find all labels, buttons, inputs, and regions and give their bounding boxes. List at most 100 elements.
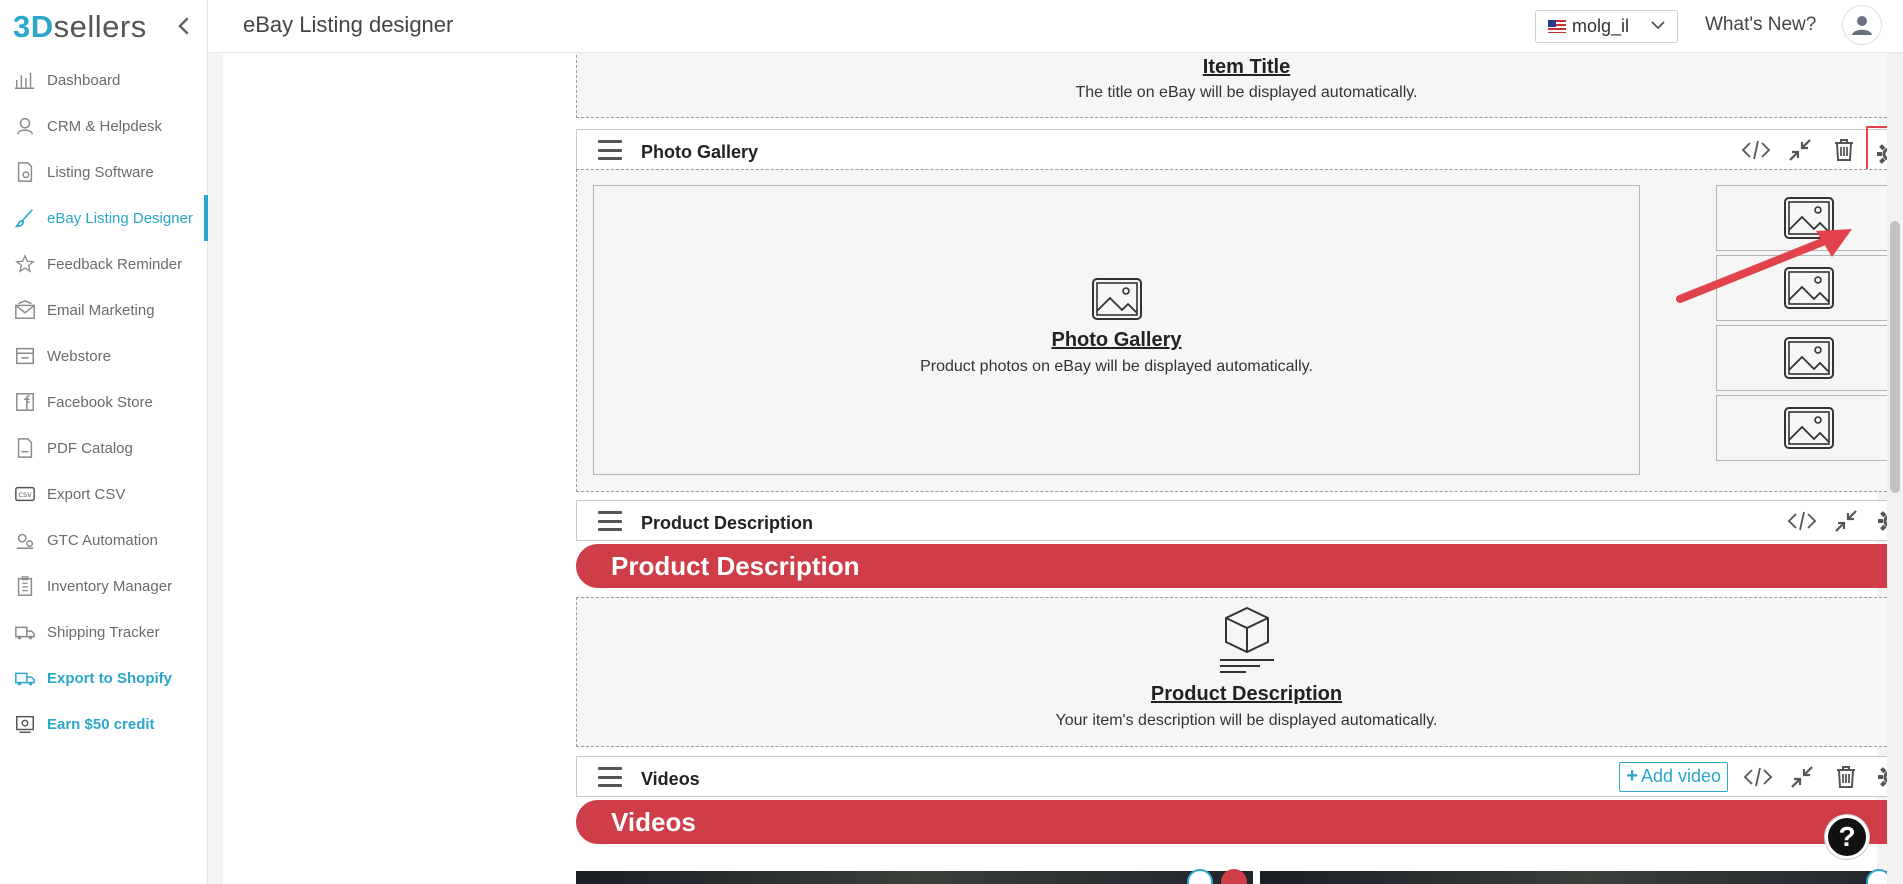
drag-handle-icon[interactable] bbox=[598, 767, 622, 787]
video-thumbnail[interactable] bbox=[576, 871, 1253, 884]
sidebar-item-earn-50-credit[interactable]: Earn $50 credit bbox=[0, 701, 207, 747]
sidebar-item-pdf-catalog[interactable]: PDF Catalog bbox=[0, 425, 207, 471]
delete-block-button[interactable] bbox=[1822, 130, 1866, 169]
store-icon bbox=[13, 344, 37, 368]
automation-icon bbox=[13, 528, 37, 552]
code-button[interactable] bbox=[1780, 501, 1824, 540]
sidebar-item-dashboard[interactable]: Dashboard bbox=[0, 57, 207, 103]
sidebar: 3Dsellers Dashboard CRM & Helpdesk Listing… bbox=[0, 0, 208, 884]
user-avatar[interactable] bbox=[1842, 5, 1882, 45]
code-icon bbox=[1741, 140, 1771, 159]
sidebar-item-label: Earn $50 credit bbox=[47, 715, 155, 733]
add-video-label: Add video bbox=[1640, 766, 1721, 786]
brand-logo[interactable]: 3Dsellers bbox=[13, 9, 147, 45]
star-icon bbox=[13, 252, 37, 276]
product-description-bar-title: Product Description bbox=[641, 513, 814, 533]
product-description-heading: Product Description bbox=[1150, 683, 1343, 705]
envelope-icon bbox=[13, 298, 37, 322]
trash-icon bbox=[1837, 765, 1855, 788]
collapse-block-button[interactable] bbox=[1780, 757, 1824, 796]
product-description-bar: Product Description bbox=[576, 500, 1903, 541]
photo-gallery-heading: Photo Gallery bbox=[1051, 329, 1182, 351]
page-title: eBay Listing designer bbox=[243, 12, 454, 37]
compress-icon bbox=[1789, 138, 1811, 161]
sidebar-item-shipping-tracker[interactable]: Shipping Tracker bbox=[0, 609, 207, 655]
sidebar-item-label: Webstore bbox=[47, 347, 111, 365]
trash-icon bbox=[1835, 138, 1853, 161]
sidebar-item-label: GTC Automation bbox=[47, 531, 158, 549]
gallery-thumbnail[interactable] bbox=[1716, 185, 1902, 251]
sidebar-item-feedback-reminder[interactable]: Feedback Reminder bbox=[0, 241, 207, 287]
headset-icon bbox=[13, 114, 37, 138]
sidebar-item-inventory-manager[interactable]: Inventory Manager bbox=[0, 563, 207, 609]
gallery-main-image[interactable]: Photo Gallery Product photos on eBay wil… bbox=[593, 185, 1640, 475]
sidebar-item-email-marketing[interactable]: Email Marketing bbox=[0, 287, 207, 333]
photo-gallery-tools bbox=[1734, 125, 1903, 182]
collapse-block-button[interactable] bbox=[1824, 501, 1868, 540]
drag-handle-icon[interactable] bbox=[598, 511, 622, 531]
photo-gallery-block[interactable]: Photo Gallery Product photos on eBay wil… bbox=[576, 169, 1903, 492]
sidebar-item-export-to-shopify[interactable]: Export to Shopify bbox=[0, 655, 207, 701]
bar-chart-icon bbox=[13, 68, 37, 92]
image-placeholder-icon bbox=[1784, 337, 1834, 379]
chevron-down-icon bbox=[1651, 21, 1665, 30]
compress-icon bbox=[1835, 509, 1857, 532]
product-description-tools bbox=[1780, 501, 1903, 540]
sidebar-nav: Dashboard CRM & Helpdesk Listing Software e… bbox=[0, 57, 208, 747]
code-icon bbox=[1743, 767, 1773, 786]
scrollbar-thumb[interactable] bbox=[1890, 221, 1900, 493]
video-thumbnail[interactable] bbox=[1260, 871, 1903, 884]
scrollbar[interactable] bbox=[1887, 53, 1903, 884]
code-button[interactable] bbox=[1736, 757, 1780, 796]
logo-3d: 3D bbox=[13, 8, 54, 44]
image-placeholder-icon bbox=[1784, 197, 1834, 239]
drag-handle-icon[interactable] bbox=[598, 140, 622, 160]
product-description-text: Your item's description will be displaye… bbox=[1055, 712, 1438, 729]
top-header: eBay Listing designer molg_il What's New… bbox=[208, 0, 1903, 53]
image-placeholder-icon bbox=[1091, 278, 1142, 320]
sidebar-item-label: PDF Catalog bbox=[47, 439, 133, 457]
sidebar-item-gtc-automation[interactable]: GTC Automation bbox=[0, 517, 207, 563]
code-button[interactable] bbox=[1734, 130, 1778, 169]
chevron-left-icon bbox=[178, 17, 189, 35]
videos-bar-title: Videos bbox=[641, 769, 700, 789]
item-title-heading: Item Title bbox=[1202, 56, 1291, 78]
gallery-thumbnail[interactable] bbox=[1716, 395, 1902, 461]
sidebar-item-crm-helpdesk[interactable]: CRM & Helpdesk bbox=[0, 103, 207, 149]
collapse-block-button[interactable] bbox=[1778, 130, 1822, 169]
gift-icon bbox=[13, 712, 37, 736]
shopify-icon bbox=[13, 666, 37, 690]
videos-tools: + Add video bbox=[1619, 757, 1903, 796]
sidebar-item-export-csv[interactable]: CSV Export CSV bbox=[0, 471, 207, 517]
account-select[interactable]: molg_il bbox=[1535, 10, 1678, 43]
sidebar-item-label: Feedback Reminder bbox=[47, 255, 183, 273]
logo-text: sellers bbox=[53, 8, 147, 44]
collapse-sidebar-button[interactable] bbox=[173, 14, 193, 38]
sidebar-item-label: Shipping Tracker bbox=[47, 623, 160, 641]
help-button[interactable]: ? bbox=[1825, 815, 1869, 859]
add-video-button[interactable]: + Add video bbox=[1619, 761, 1728, 792]
sidebar-item-facebook-store[interactable]: Facebook Store bbox=[0, 379, 207, 425]
gallery-thumbnail[interactable] bbox=[1716, 255, 1902, 321]
sidebar-item-label: Listing Software bbox=[47, 163, 154, 181]
user-icon bbox=[1852, 16, 1872, 35]
editor-canvas: Item Title The title on eBay will be dis… bbox=[208, 53, 1903, 884]
product-description-banner: Product Description bbox=[576, 544, 1903, 588]
sidebar-item-webstore[interactable]: Webstore bbox=[0, 333, 207, 379]
pdf-icon bbox=[13, 436, 37, 460]
gallery-thumbnails bbox=[1716, 185, 1902, 465]
sidebar-item-label: CRM & Helpdesk bbox=[47, 117, 163, 135]
image-placeholder-icon bbox=[1784, 267, 1834, 309]
document-gear-icon bbox=[13, 160, 37, 184]
delete-block-button[interactable] bbox=[1824, 757, 1868, 796]
videos-bar: Videos + Add video bbox=[576, 756, 1903, 797]
item-title-text: The title on eBay will be displayed auto… bbox=[1075, 84, 1418, 101]
videos-banner: Videos bbox=[576, 800, 1903, 844]
gallery-thumbnail[interactable] bbox=[1716, 325, 1902, 391]
product-description-block[interactable]: Product Description Your item's descript… bbox=[576, 597, 1903, 747]
whats-new-link[interactable]: What's New? bbox=[1705, 14, 1816, 36]
sidebar-item-label: Export CSV bbox=[47, 485, 126, 503]
sidebar-item-ebay-listing-designer[interactable]: eBay Listing Designer bbox=[0, 195, 208, 241]
item-title-block[interactable]: Item Title The title on eBay will be dis… bbox=[576, 53, 1903, 118]
sidebar-item-listing-software[interactable]: Listing Software bbox=[0, 149, 207, 195]
